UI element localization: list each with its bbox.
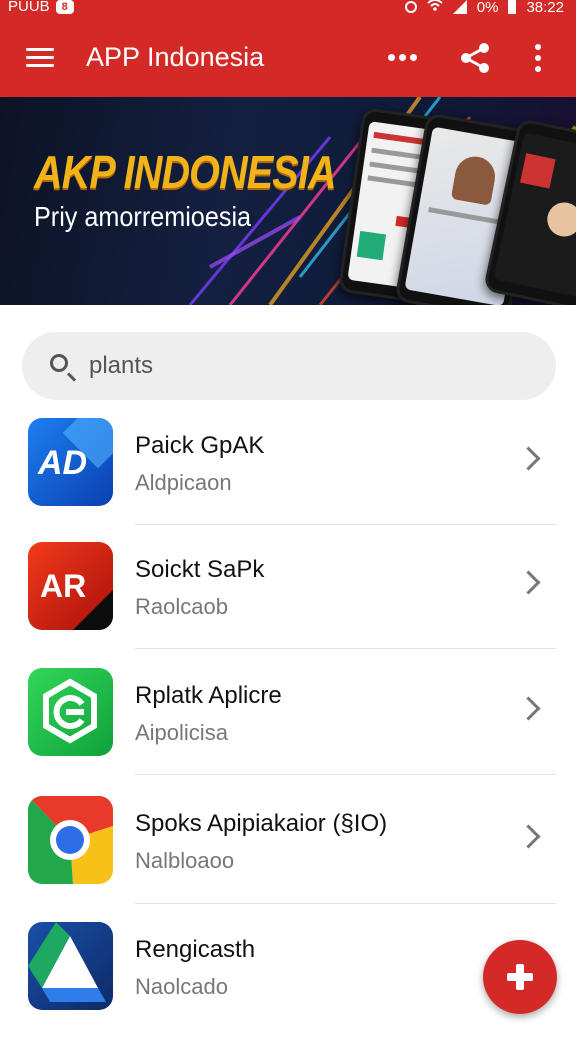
divider xyxy=(135,774,556,775)
signal-icon xyxy=(452,0,467,14)
status-bar: PUUB 8 0% 38:22 xyxy=(0,0,576,20)
drive-logo-icon xyxy=(28,922,106,1002)
chevron-right-icon xyxy=(516,824,541,849)
app-icon-label: AD xyxy=(38,444,88,482)
app-name: Rplatk Aplicre xyxy=(135,682,282,709)
shield-logo-icon xyxy=(43,678,97,744)
app-name: Rengicasth xyxy=(135,936,256,963)
status-time: 38:22 xyxy=(526,0,564,16)
app-name: Paick GpAK xyxy=(135,432,265,459)
banner-subtitle: Priy amorremioesia xyxy=(34,201,252,232)
top-bar: PUUB 8 0% 38:22 APP Indonesia xyxy=(0,0,576,97)
app-name: Soickt SaPk xyxy=(135,556,265,583)
search-value: plants xyxy=(89,352,154,379)
app-icon xyxy=(28,668,113,756)
divider xyxy=(135,524,556,525)
app-icon: AR xyxy=(28,542,113,630)
app-title: APP Indonesia xyxy=(86,42,265,72)
alarm-icon xyxy=(404,1,417,13)
app-icon xyxy=(28,922,113,1010)
app-subtitle: Raolcaob xyxy=(135,594,228,619)
battery-icon xyxy=(508,0,517,14)
status-carrier: PUUB xyxy=(8,0,50,15)
app-icon-label: AR xyxy=(40,568,87,604)
chevron-right-icon xyxy=(516,696,541,721)
battery-percent: 0% xyxy=(476,0,499,16)
promo-banner[interactable]: AKP INDONESIA Priy amorremioesia xyxy=(0,97,576,305)
search-input[interactable]: plants xyxy=(22,332,556,400)
app-subtitle: Naolcado xyxy=(135,974,228,999)
app-icon: AD xyxy=(28,418,113,506)
app-subtitle: Nalbloaoo xyxy=(135,848,235,873)
banner-title: AKP INDONESIA xyxy=(34,146,337,198)
chevron-right-icon xyxy=(516,570,541,595)
chevron-right-icon xyxy=(516,446,541,471)
app-subtitle: Aipolicisa xyxy=(135,720,228,745)
menu-icon[interactable] xyxy=(26,48,54,68)
wifi-icon xyxy=(427,0,443,16)
share-icon[interactable] xyxy=(460,42,492,74)
chrome-logo-icon xyxy=(28,796,113,884)
search-icon xyxy=(50,354,68,372)
app-name: Spoks Apipiakaior (§IO) xyxy=(135,810,388,837)
add-fab-button[interactable] xyxy=(483,940,557,1014)
divider xyxy=(135,648,556,649)
notification-badge: 8 xyxy=(55,0,74,14)
more-vertical-icon[interactable] xyxy=(535,44,541,72)
app-subtitle: Aldpicaon xyxy=(135,470,232,495)
app-bar: APP Indonesia xyxy=(0,20,576,97)
app-icon xyxy=(28,796,113,884)
more-horizontal-icon[interactable] xyxy=(388,54,417,61)
divider xyxy=(135,903,556,904)
